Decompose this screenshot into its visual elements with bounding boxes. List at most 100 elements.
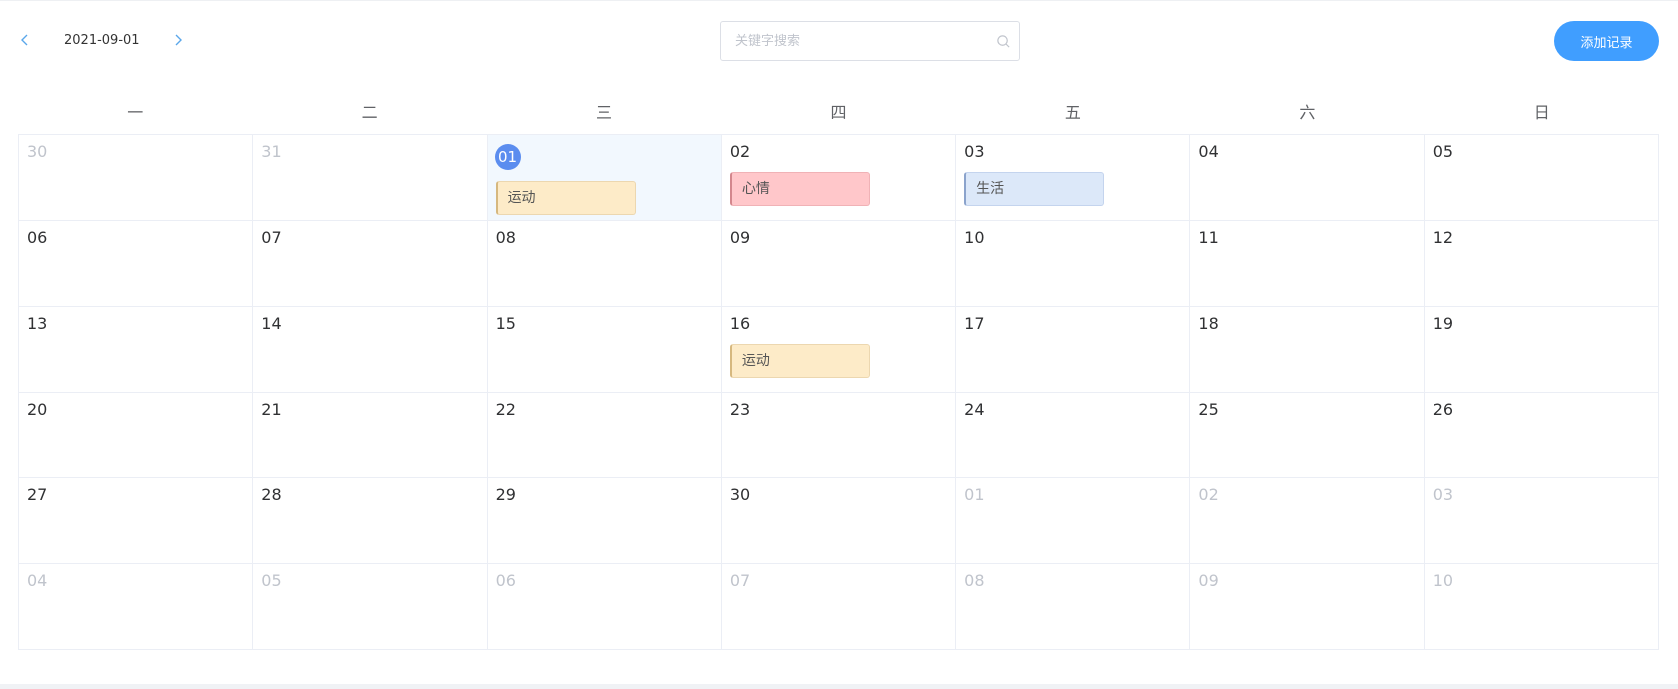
search-input[interactable] (735, 22, 985, 60)
day-cell[interactable]: 13 (19, 306, 254, 393)
day-number: 02 (729, 142, 751, 161)
day-cell[interactable]: 16 运动 (721, 306, 957, 393)
day-number: 30 (729, 485, 751, 505)
day-number: 08 (964, 571, 985, 591)
day-cell[interactable]: 04 (19, 564, 254, 650)
weekday-label: 一 (127, 103, 144, 122)
day-number: 22 (495, 399, 516, 419)
day-cell[interactable]: 04 (1190, 135, 1425, 221)
day-cell[interactable]: 05 (253, 564, 488, 650)
day-cell[interactable]: 08 (487, 220, 722, 307)
day-number: 06 (495, 571, 516, 591)
day-number: 04 (27, 571, 48, 591)
day-number: 24 (964, 399, 985, 419)
day-cell[interactable]: 03 生活 (956, 135, 1191, 221)
day-cell[interactable]: 12 (1424, 220, 1659, 307)
day-cell[interactable]: 23 (721, 392, 957, 479)
weekday-label: 三 (596, 103, 613, 122)
record-tag-sport[interactable]: 运动 (495, 181, 636, 215)
next-month-button[interactable] (165, 27, 191, 53)
day-cell[interactable]: 28 (253, 478, 488, 565)
day-cell[interactable]: 10 (956, 220, 1191, 307)
day-number: 21 (261, 399, 282, 419)
weekday-label: 六 (1299, 103, 1316, 122)
day-cell[interactable]: 07 (253, 220, 488, 307)
day-number: 10 (1432, 571, 1454, 591)
day-number: 29 (495, 485, 516, 505)
day-number: 11 (1198, 227, 1219, 247)
day-cell[interactable]: 07 (721, 564, 957, 650)
day-cell[interactable]: 02 (1190, 478, 1425, 565)
day-number: 04 (1198, 142, 1219, 161)
day-cell[interactable]: 14 (253, 306, 488, 393)
current-date: 2021-09-01 (64, 33, 140, 48)
day-number: 03 (1432, 485, 1454, 505)
day-number: 30 (27, 142, 48, 161)
weekday-header: 一二三四五六日 (18, 97, 1659, 133)
day-cell[interactable]: 09 (721, 220, 957, 307)
chevron-right-icon (175, 34, 182, 46)
record-tag-mood[interactable]: 心情 (729, 172, 870, 206)
day-cell[interactable]: 30 (721, 478, 957, 565)
day-cell[interactable]: 25 (1190, 392, 1425, 479)
day-cell[interactable]: 02 心情 (721, 135, 957, 221)
search-icon[interactable] (996, 34, 1011, 49)
record-tag-sport[interactable]: 运动 (729, 343, 870, 378)
record-tag-life[interactable]: 生活 (964, 172, 1105, 206)
day-number: 28 (261, 485, 282, 505)
day-number: 15 (495, 313, 516, 333)
day-cell[interactable]: 27 (19, 478, 254, 565)
weekday-label: 日 (1533, 103, 1550, 122)
day-number: 08 (495, 227, 516, 247)
day-cell[interactable]: 03 (1424, 478, 1659, 565)
day-number: 18 (1198, 313, 1219, 333)
day-cell[interactable]: 06 (19, 220, 254, 307)
day-cell[interactable]: 01 (956, 478, 1191, 565)
calendar-page: 2021-09-01 添加记录 一 二 三 四 五 六 日 30 31 01 运动 02 心情 03 生活… (0, 0, 1678, 684)
weekday-label: 五 (1064, 103, 1081, 122)
day-cell[interactable]: 26 (1424, 392, 1659, 479)
day-cell[interactable]: 08 (956, 564, 1191, 650)
day-cell[interactable]: 11 (1190, 220, 1425, 307)
day-cell[interactable]: 24 (956, 392, 1191, 479)
day-number: 27 (27, 485, 48, 505)
weekday-label: 四 (830, 103, 847, 122)
day-number: 31 (261, 142, 282, 161)
day-number: 23 (729, 399, 751, 419)
day-number: 14 (261, 313, 282, 333)
day-number: 06 (27, 227, 48, 247)
day-cell[interactable]: 18 (1190, 306, 1425, 393)
day-cell[interactable]: 31 (253, 135, 488, 221)
day-cell-selected[interactable]: 01 运动 (487, 135, 722, 221)
day-number: 09 (1198, 571, 1219, 591)
calendar-grid: 30 31 01 运动 02 心情 03 生活 04 05 06 07 08 09 10 11 12 13 14 15… (18, 134, 1659, 650)
day-cell[interactable]: 21 (253, 392, 488, 479)
day-cell[interactable]: 22 (487, 392, 722, 479)
prev-month-button[interactable] (12, 27, 38, 53)
day-cell[interactable]: 19 (1424, 306, 1659, 393)
day-cell[interactable]: 20 (19, 392, 254, 479)
day-cell[interactable]: 30 (19, 135, 254, 221)
day-cell[interactable]: 06 (487, 564, 722, 650)
day-number: 17 (964, 313, 985, 333)
day-cell[interactable]: 05 (1424, 135, 1659, 221)
day-cell[interactable]: 10 (1424, 564, 1659, 650)
day-cell[interactable]: 09 (1190, 564, 1425, 650)
add-record-button[interactable]: 添加记录 (1554, 21, 1659, 61)
search-box (720, 21, 1020, 61)
day-number: 01 (494, 144, 521, 170)
day-cell[interactable]: 29 (487, 478, 722, 565)
day-cell[interactable]: 15 (487, 306, 722, 393)
chevron-left-icon (21, 34, 28, 46)
day-number: 19 (1432, 313, 1454, 333)
day-number: 07 (729, 571, 751, 591)
toolbar: 2021-09-01 添加记录 (0, 1, 1678, 81)
day-number: 07 (261, 227, 282, 247)
day-number: 01 (964, 485, 985, 505)
day-number: 13 (27, 313, 48, 333)
weekday-label: 二 (361, 103, 378, 122)
day-number: 05 (261, 571, 282, 591)
day-number: 10 (964, 227, 985, 247)
day-cell[interactable]: 17 (956, 306, 1191, 393)
day-number: 20 (27, 399, 48, 419)
